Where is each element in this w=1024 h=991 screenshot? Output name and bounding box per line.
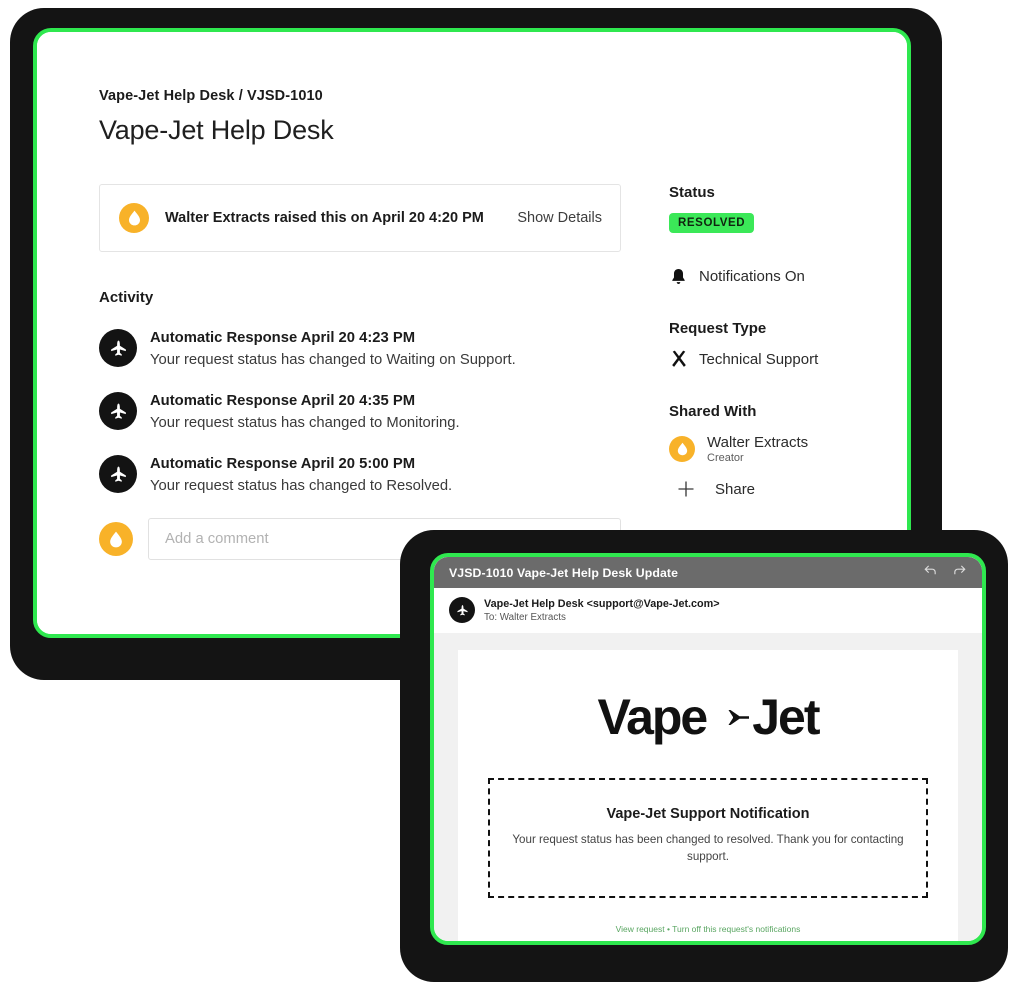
logo-text-left: Vape: [597, 689, 708, 745]
notification-title: Vape-Jet Support Notification: [606, 806, 810, 822]
jet-icon: [110, 403, 126, 419]
details-sidebar: Status RESOLVED Notifications On Request…: [669, 184, 907, 560]
share-button[interactable]: Share: [669, 479, 907, 499]
activity-title: Automatic Response April 20 4:23 PM: [150, 330, 416, 346]
walter-extracts-avatar: [119, 203, 149, 233]
plus-icon: [669, 479, 703, 499]
share-label: Share: [715, 480, 756, 498]
shared-person-meta: Walter Extracts Creator: [707, 434, 808, 464]
activity-item: Automatic Response April 20 4:23 PM Your…: [99, 329, 621, 368]
email-actions: [922, 562, 968, 583]
request-type-row: Technical Support: [669, 349, 907, 369]
automatic-response-avatar: [99, 392, 137, 430]
activity-body: Automatic Response April 20 4:23 PM Your…: [150, 329, 516, 368]
water-drop-icon: [128, 210, 140, 226]
activity-list: Automatic Response April 20 4:23 PM Your…: [99, 329, 621, 494]
shared-person-role: Creator: [707, 452, 744, 464]
email-sender-meta: Vape-Jet Help Desk <support@Vape-Jet.com…: [484, 597, 720, 623]
email-sender: Vape-Jet Help Desk <support@Vape-Jet.com…: [484, 598, 720, 610]
email-titlebar: VJSD-1010 Vape-Jet Help Desk Update: [434, 557, 982, 588]
shared-person[interactable]: Walter Extracts Creator: [669, 434, 907, 464]
activity-heading: Activity: [99, 289, 154, 306]
email-panel: Vape Jet Vape-Jet Support Notification Y…: [458, 650, 958, 941]
activity-description: Your request status has changed to Waiti…: [150, 352, 516, 368]
activity-body: Automatic Response April 20 4:35 PM Your…: [150, 392, 460, 431]
add-comment-placeholder: Add a comment: [165, 531, 269, 547]
notifications-toggle[interactable]: Notifications On: [669, 267, 907, 286]
current-user-avatar: [99, 522, 133, 556]
automatic-response-avatar: [99, 455, 137, 493]
activity-body: Automatic Response April 20 5:00 PM Your…: [150, 455, 452, 494]
logo-text-right: Jet: [752, 689, 820, 745]
water-drop-icon: [677, 442, 687, 456]
activity-item: Automatic Response April 20 4:35 PM Your…: [99, 392, 621, 431]
activity-title: Automatic Response April 20 4:35 PM: [150, 393, 416, 409]
walter-extracts-avatar: [669, 436, 695, 462]
jet-arrow-icon: [706, 704, 750, 730]
activity-item: Automatic Response April 20 5:00 PM Your…: [99, 455, 621, 494]
request-type-value: Technical Support: [699, 350, 819, 368]
email-footer-links[interactable]: View request • Turn off this request's n…: [486, 924, 930, 934]
email-body: Vape Jet Vape-Jet Support Notification Y…: [434, 633, 982, 941]
page-title: Vape-Jet Help Desk: [99, 115, 334, 145]
jet-icon: [110, 466, 126, 482]
request-type-heading: Request Type: [669, 320, 767, 337]
breadcrumb[interactable]: Vape-Jet Help Desk / VJSD-1010: [99, 88, 877, 104]
reply-icon[interactable]: [922, 562, 938, 583]
automatic-response-avatar: [99, 329, 137, 367]
vape-jet-avatar: [449, 597, 475, 623]
shared-with-heading: Shared With: [669, 403, 757, 420]
show-details-button[interactable]: Show Details: [517, 210, 602, 226]
status-badge: RESOLVED: [669, 213, 755, 233]
email-content: VJSD-1010 Vape-Jet Help Desk Update Vape…: [434, 557, 982, 941]
jet-icon: [110, 340, 126, 356]
request-summary-card: Walter Extracts raised this on April 20 …: [99, 184, 621, 252]
activity-description: Your request status has changed to Monit…: [150, 415, 460, 431]
forward-icon[interactable]: [952, 562, 968, 583]
email-window-title: VJSD-1010 Vape-Jet Help Desk Update: [449, 565, 679, 580]
email-sender-row: Vape-Jet Help Desk <support@Vape-Jet.com…: [434, 588, 982, 633]
bell-icon: [669, 267, 699, 286]
shared-person-name: Walter Extracts: [707, 434, 809, 451]
status-heading: Status: [669, 184, 715, 201]
email-preview-window: VJSD-1010 Vape-Jet Help Desk Update Vape…: [430, 553, 986, 945]
email-recipient: To: Walter Extracts: [484, 612, 566, 623]
water-drop-icon: [110, 531, 122, 547]
jet-icon: [456, 604, 468, 615]
support-notification-box: Vape-Jet Support Notification Your reque…: [488, 778, 928, 898]
activity-title: Automatic Response April 20 5:00 PM: [150, 456, 416, 472]
activity-column: Walter Extracts raised this on April 20 …: [99, 184, 621, 560]
notifications-label: Notifications On: [699, 268, 805, 285]
activity-description: Your request status has changed to Resol…: [150, 478, 453, 494]
content-columns: Walter Extracts raised this on April 20 …: [99, 184, 877, 560]
vape-jet-logo: Vape Jet: [486, 688, 930, 746]
notification-body: Your request status has been changed to …: [512, 833, 904, 864]
request-summary-text: Walter Extracts raised this on April 20 …: [165, 210, 484, 226]
crossed-tools-icon: [669, 349, 699, 369]
